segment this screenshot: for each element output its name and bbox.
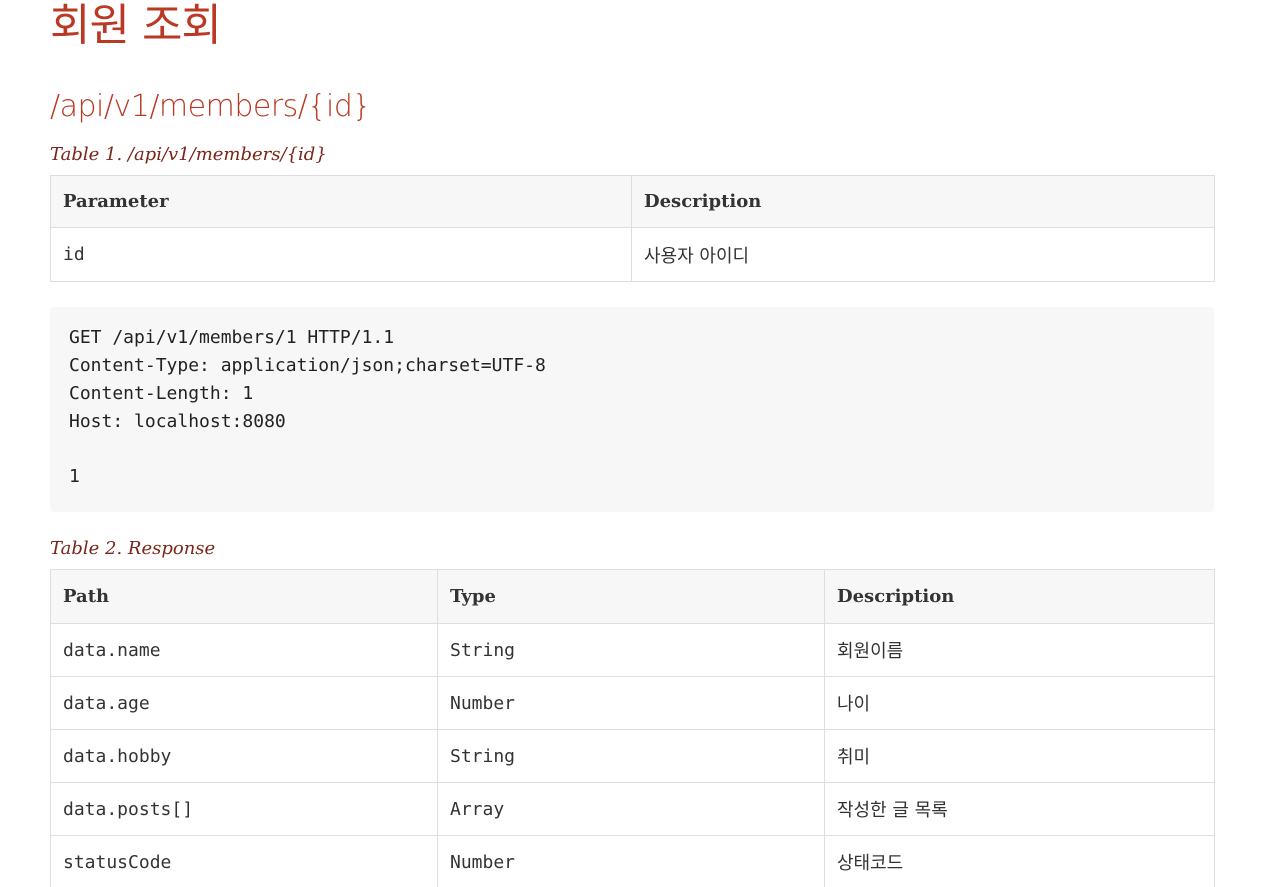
table-row: id 사용자 아이디 — [50, 227, 1215, 282]
http-request-code-block: GET /api/v1/members/1 HTTP/1.1 Content-T… — [50, 307, 1214, 512]
endpoint-heading: /api/v1/members/{id} — [50, 89, 371, 124]
description-cell: 상태코드 — [824, 835, 1215, 887]
table-row: data.hobby String 취미 — [50, 729, 1215, 783]
column-header-type: Type — [437, 569, 825, 624]
response-table: Path Type Description data.name String 회… — [50, 569, 1215, 887]
param-name-cell: id — [50, 227, 632, 282]
path-cell: data.name — [50, 623, 438, 677]
path-cell: data.age — [50, 676, 438, 730]
column-header-parameter: Parameter — [50, 175, 632, 228]
column-header-description: Description — [631, 175, 1215, 228]
path-cell: data.posts[] — [50, 782, 438, 836]
table-row: data.name String 회원이름 — [50, 623, 1215, 677]
table-row: statusCode Number 상태코드 — [50, 835, 1215, 887]
table-row: data.age Number 나이 — [50, 676, 1215, 730]
code-line: 1 — [69, 466, 80, 487]
column-header-description: Description — [824, 569, 1215, 624]
description-cell: 회원이름 — [824, 623, 1215, 677]
response-table-caption: Table 2. Response — [50, 538, 216, 559]
description-cell: 취미 — [824, 729, 1215, 783]
type-cell: String — [437, 729, 825, 783]
code-line: Content-Type: application/json;charset=U… — [69, 355, 546, 376]
table-header-row: Path Type Description — [50, 569, 1215, 624]
code-line: Content-Length: 1 — [69, 383, 254, 404]
page-title: 회원 조회 — [50, 0, 222, 51]
type-cell: Number — [437, 676, 825, 730]
type-cell: Number — [437, 835, 825, 887]
path-cell: data.hobby — [50, 729, 438, 783]
description-cell: 작성한 글 목록 — [824, 782, 1215, 836]
request-params-table: Parameter Description id 사용자 아이디 — [50, 175, 1215, 282]
request-params-caption: Table 1. /api/v1/members/{id} — [50, 144, 327, 165]
code-line: Host: localhost:8080 — [69, 411, 286, 432]
type-cell: Array — [437, 782, 825, 836]
type-cell: String — [437, 623, 825, 677]
param-description-cell: 사용자 아이디 — [631, 227, 1215, 282]
code-line: GET /api/v1/members/1 HTTP/1.1 — [69, 327, 395, 348]
description-cell: 나이 — [824, 676, 1215, 730]
table-header-row: Parameter Description — [50, 175, 1215, 228]
table-row: data.posts[] Array 작성한 글 목록 — [50, 782, 1215, 836]
column-header-path: Path — [50, 569, 438, 624]
path-cell: statusCode — [50, 835, 438, 887]
